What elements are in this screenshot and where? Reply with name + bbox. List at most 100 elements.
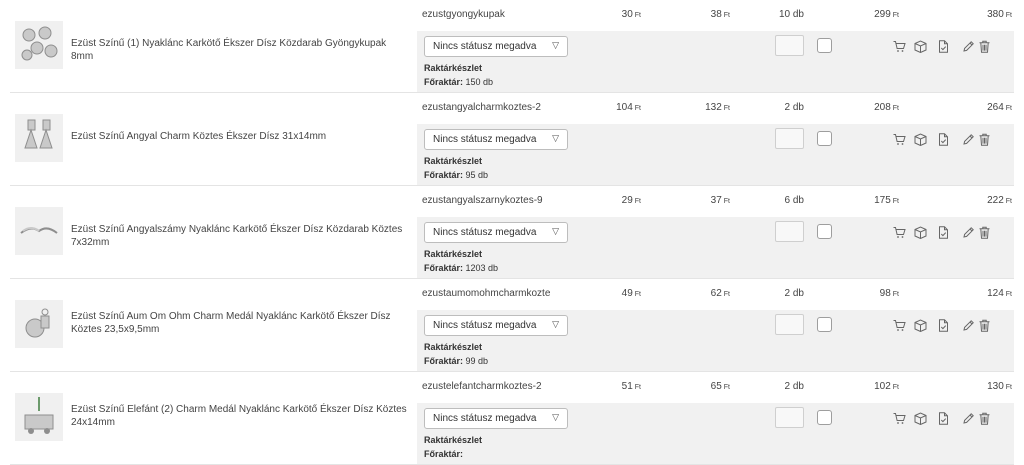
product-name[interactable]: Ezüst Színű Elefánt (2) Charm Medál Nyak… — [71, 404, 411, 429]
product-name[interactable]: Ezüst Színű Angyal Charm Köztes Ékszer D… — [71, 131, 411, 144]
pencil-icon[interactable] — [962, 226, 975, 239]
status-select-value: Nincs státusz megadva — [433, 320, 537, 331]
cart-icon[interactable] — [893, 412, 906, 425]
select-checkbox[interactable] — [817, 317, 832, 332]
status-select[interactable]: Nincs státusz megadva ▽ — [424, 129, 568, 150]
select-checkbox[interactable] — [817, 224, 832, 239]
product-name[interactable]: Ezüst Színű Angyalszámy Nyaklánc Karkötő… — [71, 224, 411, 249]
value-number: 37 — [710, 195, 722, 206]
box-icon[interactable] — [914, 226, 927, 239]
trash-icon[interactable] — [978, 319, 991, 332]
quantity-input[interactable] — [775, 128, 804, 149]
quantity-input[interactable] — [775, 314, 804, 335]
cart-icon[interactable] — [893, 40, 906, 53]
currency-unit: Ft — [723, 384, 730, 391]
price-net-value: 30 Ft — [622, 9, 641, 20]
value-number: 2 db — [784, 288, 804, 299]
document-icon[interactable] — [937, 319, 950, 332]
pencil-icon[interactable] — [962, 40, 975, 53]
product-sku: ezustangyalcharmkoztes-2 — [422, 102, 541, 113]
quantity-input[interactable] — [775, 221, 804, 242]
currency-unit: Ft — [723, 291, 730, 298]
price-net-value: 29 Ft — [622, 195, 641, 206]
chevron-down-icon: ▽ — [552, 226, 559, 236]
trash-icon[interactable] — [978, 226, 991, 239]
order-item-row: Ezüst Színű Angyalszámy Nyaklánc Karkötő… — [10, 186, 1014, 279]
currency-unit: Ft — [634, 291, 641, 298]
currency-unit: Ft — [892, 198, 899, 205]
warehouse-stock: Főraktár: 99 db — [424, 356, 488, 366]
warehouse-stock: Főraktár: 95 db — [424, 170, 488, 180]
warehouse-label: Főraktár: — [424, 77, 464, 87]
order-item-row: Ezüst Színű Elefánt (2) Charm Medál Nyak… — [10, 372, 1014, 465]
status-select-value: Nincs státusz megadva — [433, 134, 537, 145]
product-thumbnail[interactable] — [15, 393, 63, 441]
total-net-value: 98 Ft — [880, 288, 899, 299]
cart-icon[interactable] — [893, 133, 906, 146]
price-net-value: 49 Ft — [622, 288, 641, 299]
qty-value: 6 db — [785, 195, 804, 206]
chevron-down-icon: ▽ — [552, 412, 559, 422]
product-thumbnail[interactable] — [15, 114, 63, 162]
stock-label: Raktárkészlet — [424, 156, 483, 166]
warehouse-stock: Főraktár: — [424, 449, 463, 459]
chevron-down-icon: ▽ — [552, 40, 559, 50]
currency-unit: Ft — [634, 12, 641, 19]
pencil-icon[interactable] — [962, 133, 975, 146]
box-icon[interactable] — [914, 412, 927, 425]
qty-value: 2 db — [785, 102, 804, 113]
product-thumbnail[interactable] — [15, 207, 63, 255]
status-select[interactable]: Nincs státusz megadva ▽ — [424, 408, 568, 429]
pencil-icon[interactable] — [962, 412, 975, 425]
product-name[interactable]: Ezüst Színű Aum Om Ohm Charm Medál Nyakl… — [71, 311, 411, 336]
status-select[interactable]: Nincs státusz megadva ▽ — [424, 36, 568, 57]
trash-icon[interactable] — [978, 133, 991, 146]
total-net-value: 208 Ft — [874, 102, 899, 113]
status-select[interactable]: Nincs státusz megadva ▽ — [424, 222, 568, 243]
status-select[interactable]: Nincs státusz megadva ▽ — [424, 315, 568, 336]
select-checkbox[interactable] — [817, 38, 832, 53]
document-icon[interactable] — [937, 40, 950, 53]
cart-icon[interactable] — [893, 226, 906, 239]
quantity-input[interactable] — [775, 407, 804, 428]
box-icon[interactable] — [914, 133, 927, 146]
currency-unit: Ft — [1005, 198, 1012, 205]
warehouse-quantity: 95 db — [465, 170, 489, 180]
price-gross-value: 62 Ft — [711, 288, 730, 299]
stock-label: Raktárkészlet — [424, 63, 483, 73]
cart-icon[interactable] — [893, 319, 906, 332]
value-number: 102 — [874, 381, 891, 392]
value-number: 2 db — [784, 102, 804, 113]
currency-unit: Ft — [723, 105, 730, 112]
document-icon[interactable] — [937, 226, 950, 239]
warehouse-stock: Főraktár: 1203 db — [424, 263, 498, 273]
warehouse-label: Főraktár: — [424, 356, 464, 366]
value-number: 38 — [710, 9, 722, 20]
product-name[interactable]: Ezüst Színű (1) Nyaklánc Karkötő Ékszer … — [71, 38, 411, 63]
select-checkbox[interactable] — [817, 410, 832, 425]
product-sku: ezustgyongykupak — [422, 9, 505, 20]
document-icon[interactable] — [937, 412, 950, 425]
trash-icon[interactable] — [978, 412, 991, 425]
stock-label: Raktárkészlet — [424, 342, 483, 352]
box-icon[interactable] — [914, 40, 927, 53]
warehouse-quantity: 150 db — [465, 77, 494, 87]
trash-icon[interactable] — [978, 40, 991, 53]
value-number: 30 — [621, 9, 633, 20]
warehouse-quantity: 1203 db — [465, 263, 499, 273]
value-number: 65 — [710, 381, 722, 392]
price-net-value: 104 Ft — [616, 102, 641, 113]
pencil-icon[interactable] — [962, 319, 975, 332]
product-sku: ezustangyalszarnykoztes-9 — [422, 195, 543, 206]
value-number: 49 — [621, 288, 633, 299]
quantity-input[interactable] — [775, 35, 804, 56]
product-thumbnail[interactable] — [15, 21, 63, 69]
value-number: 62 — [710, 288, 722, 299]
select-checkbox[interactable] — [817, 131, 832, 146]
stock-label: Raktárkészlet — [424, 435, 483, 445]
product-thumbnail[interactable] — [15, 300, 63, 348]
document-icon[interactable] — [937, 133, 950, 146]
box-icon[interactable] — [914, 319, 927, 332]
order-item-row: Ezüst Színű Aum Om Ohm Charm Medál Nyakl… — [10, 279, 1014, 372]
product-sku: ezustaumomohmcharmkoztes — [422, 288, 550, 299]
